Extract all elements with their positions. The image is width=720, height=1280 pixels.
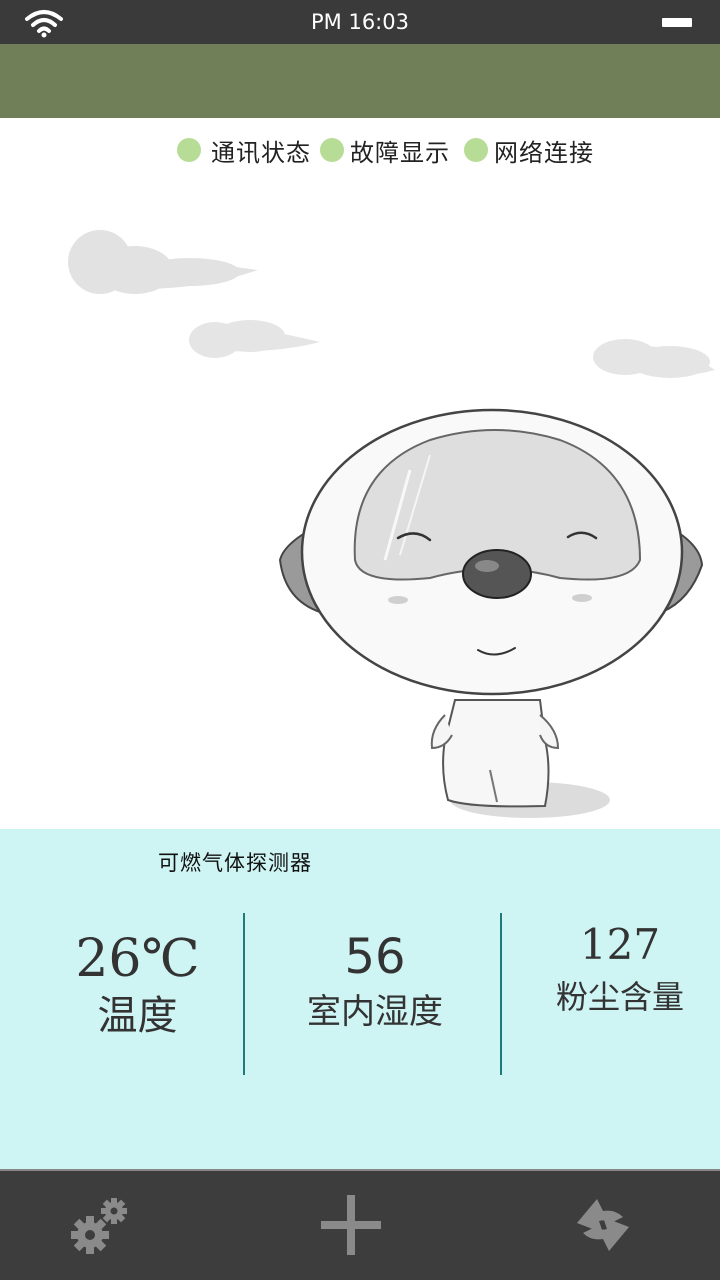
cloud-right	[593, 339, 715, 378]
device-name: 可燃气体探测器	[158, 851, 312, 875]
mascot-nose	[462, 549, 532, 599]
dust-metric: 127 粉尘含量	[520, 917, 720, 1021]
cloud-left-top	[68, 230, 258, 294]
plus-icon	[321, 1195, 381, 1255]
indicator-label: 故障显示	[350, 138, 450, 167]
header-bar	[0, 44, 720, 118]
indicator-communication: 通讯状态	[177, 130, 311, 170]
temperature-metric: 26℃ 温度	[40, 927, 235, 1041]
status-indicators: 通讯状态 故障显示 网络连接	[0, 130, 720, 170]
sensor-panel: 可燃气体探测器 26℃ 温度 56 室内湿度 127 粉尘含量	[0, 829, 720, 1169]
divider	[243, 913, 245, 1075]
refresh-button[interactable]	[558, 1185, 648, 1265]
network-status-dot	[464, 138, 488, 162]
status-time: PM 16:03	[311, 10, 409, 34]
bottom-nav	[0, 1169, 720, 1280]
battery-icon	[662, 18, 692, 27]
divider	[500, 913, 502, 1075]
humidity-label: 室内湿度	[307, 992, 443, 1032]
status-bar: PM 16:03	[0, 0, 720, 44]
mascot-body	[442, 699, 550, 808]
gears-icon	[71, 1198, 127, 1254]
mascot-illustration	[68, 230, 715, 818]
temperature-label: 温度	[97, 993, 178, 1039]
temperature-value: 26℃	[75, 929, 200, 989]
dust-label: 粉尘含量	[555, 978, 684, 1016]
indicator-label: 通讯状态	[211, 138, 311, 167]
add-button[interactable]	[306, 1185, 396, 1265]
dust-value: 127	[579, 920, 661, 969]
indicator-label: 网络连接	[494, 138, 594, 167]
cloud-left-bottom	[189, 320, 320, 358]
fault-status-dot	[320, 138, 344, 162]
indicator-fault: 故障显示	[320, 130, 450, 170]
humidity-metric: 56 室内湿度	[265, 927, 485, 1037]
humidity-value: 56	[344, 929, 406, 985]
settings-button[interactable]	[55, 1185, 145, 1265]
indicator-network: 网络连接	[464, 130, 594, 170]
refresh-icon	[577, 1199, 629, 1251]
communication-status-dot	[177, 138, 201, 162]
